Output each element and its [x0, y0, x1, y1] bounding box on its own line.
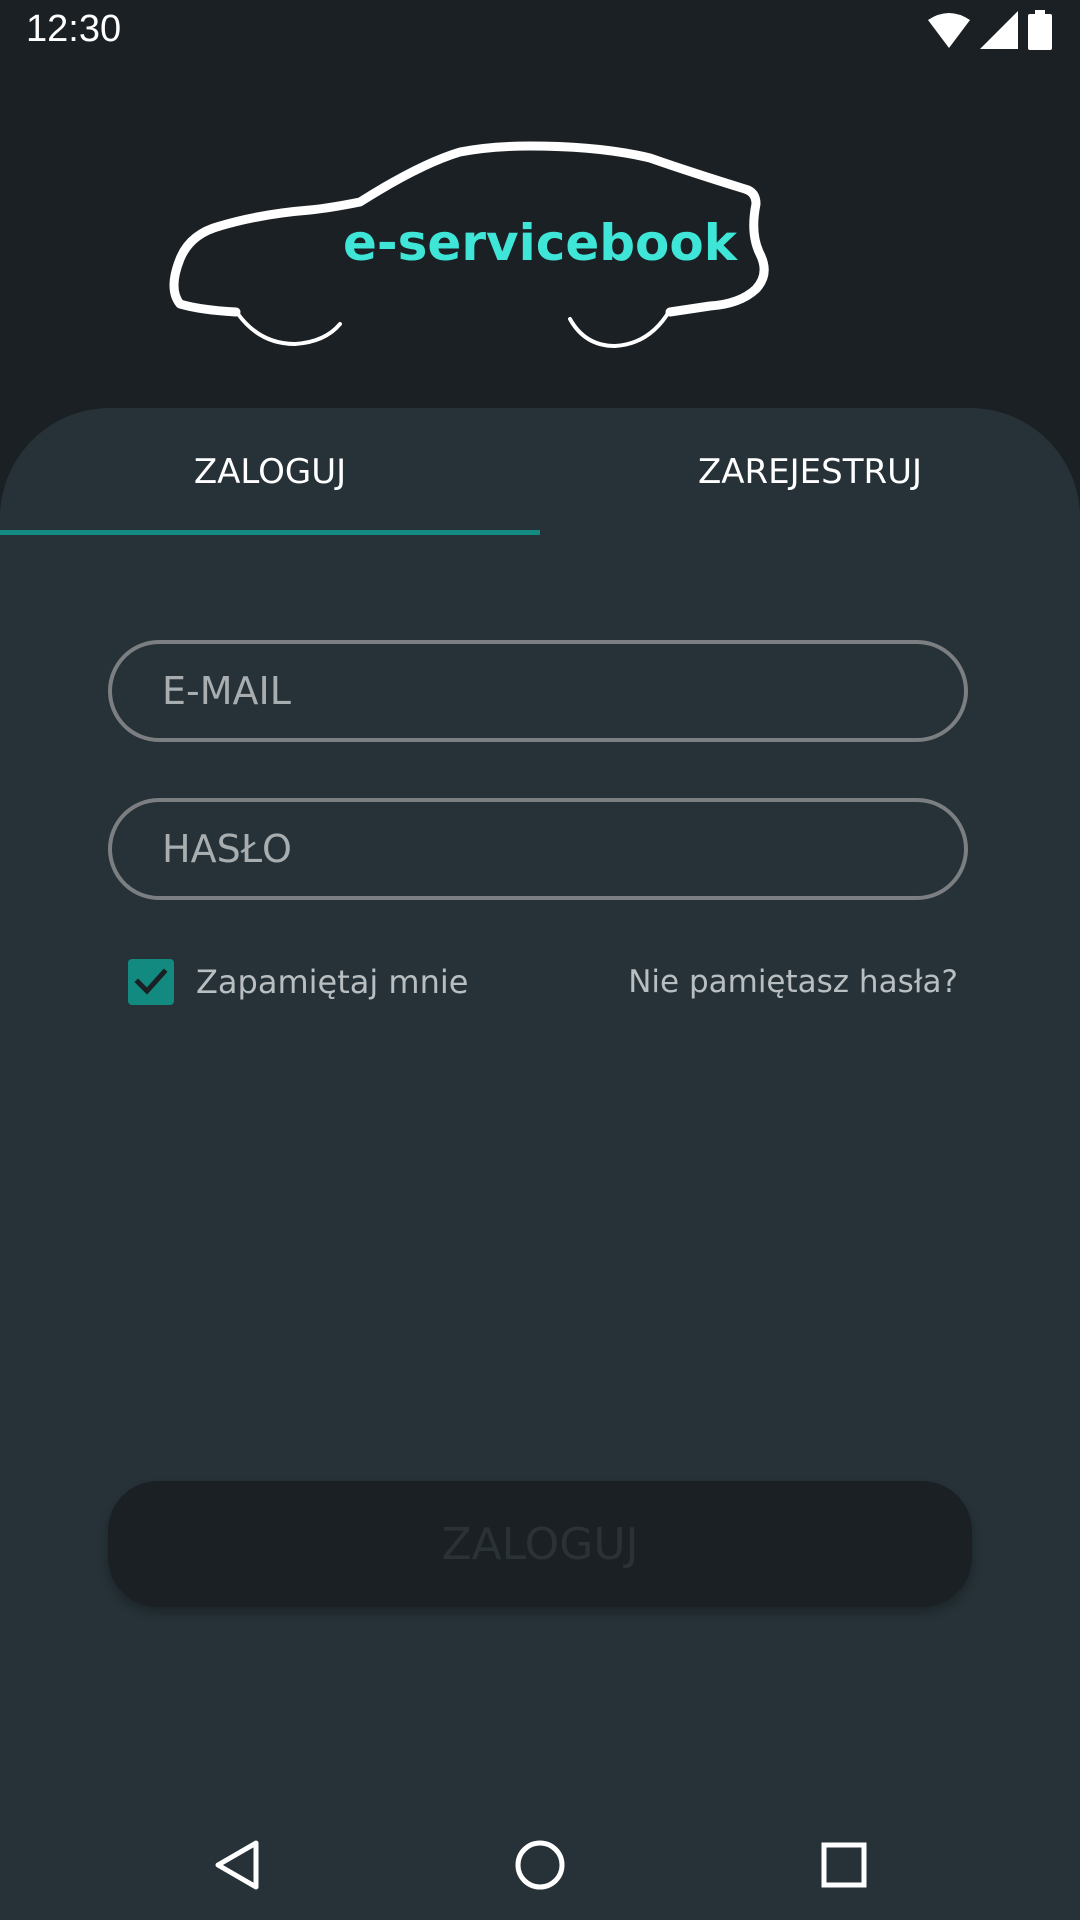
- status-time: 12:30: [26, 8, 122, 50]
- tab-bar: ZALOGUJ ZAREJESTRUJ: [0, 408, 1080, 536]
- email-field[interactable]: E-MAIL: [108, 640, 968, 742]
- battery-icon: [1028, 10, 1052, 54]
- back-button[interactable]: [202, 1830, 272, 1900]
- wifi-icon: [928, 12, 970, 52]
- status-icons: [928, 10, 1052, 54]
- recents-button[interactable]: [809, 1830, 879, 1900]
- login-button[interactable]: ZALOGUJ: [108, 1481, 972, 1607]
- home-button[interactable]: [505, 1830, 575, 1900]
- active-tab-indicator: [0, 530, 540, 535]
- home-icon: [515, 1840, 565, 1890]
- remember-me-toggle[interactable]: Zapamiętaj mnie: [128, 958, 468, 1006]
- logo-text: e-servicebook: [342, 214, 738, 272]
- password-field[interactable]: HASŁO: [108, 798, 968, 900]
- password-placeholder: HASŁO: [162, 827, 292, 871]
- remember-checkbox[interactable]: [128, 959, 174, 1005]
- back-icon: [215, 1840, 259, 1890]
- recents-icon: [821, 1842, 867, 1888]
- forgot-password-link[interactable]: Nie pamiętasz hasła?: [628, 958, 958, 1006]
- checkmark-icon: [134, 968, 168, 995]
- navigation-bar: [0, 1808, 1080, 1920]
- app-header: e-servicebook: [0, 64, 1080, 408]
- email-placeholder: E-MAIL: [162, 669, 291, 713]
- signal-icon: [980, 11, 1018, 53]
- tab-register[interactable]: ZAREJESTRUJ: [540, 408, 1080, 536]
- status-bar: 12:30: [0, 0, 1080, 64]
- tab-login[interactable]: ZALOGUJ: [0, 408, 540, 536]
- auth-panel: ZALOGUJ ZAREJESTRUJ E-MAIL HASŁO Zapamię…: [0, 408, 1080, 1808]
- remember-label: Zapamiętaj mnie: [196, 963, 469, 1001]
